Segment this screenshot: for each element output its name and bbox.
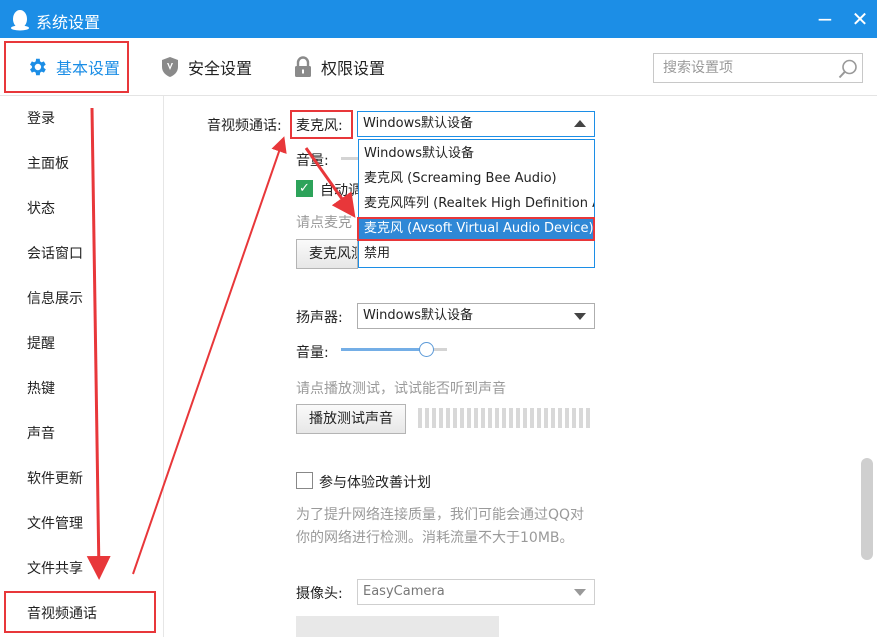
sidebar-item-login[interactable]: 登录 [27, 108, 55, 128]
meter-bar [516, 408, 520, 428]
mic-option-avsoft[interactable]: 麦克风 (Avsoft Virtual Audio Device) [359, 217, 594, 241]
meter-bar [551, 408, 555, 428]
meter-bar [586, 408, 590, 428]
microphone-dropdown-list: Windows默认设备 麦克风 (Screaming Bee Audio) 麦克… [358, 139, 595, 268]
microphone-label: 麦克风: [296, 118, 343, 134]
speaker-test-hint: 请点播放测试，试试能否听到声音 [296, 381, 506, 397]
meter-bar [418, 408, 422, 428]
meter-bar [488, 408, 492, 428]
improve-program-label: 参与体验改善计划 [319, 475, 431, 491]
chevron-down-icon [574, 313, 586, 320]
search-icon[interactable] [837, 58, 859, 80]
meter-bar [544, 408, 548, 428]
window-title: 系统设置 [36, 13, 101, 32]
speaker-volume-knob[interactable] [419, 342, 434, 357]
sidebar-item-software-update[interactable]: 软件更新 [27, 468, 83, 488]
improve-description-line1: 为了提升网络连接质量，我们可能会通过QQ对 [296, 507, 585, 523]
sidebar-item-chat-window[interactable]: 会话窗口 [27, 243, 83, 263]
sidebar-item-hotkeys[interactable]: 热键 [27, 378, 55, 398]
speaker-volume-slider[interactable] [341, 342, 455, 358]
speaker-select[interactable]: Windows默认设备 [357, 303, 595, 329]
meter-bar [467, 408, 471, 428]
lock-icon [295, 56, 311, 77]
meter-bar [572, 408, 576, 428]
sidebar-item-main-panel[interactable]: 主面板 [27, 153, 69, 173]
meter-bar [537, 408, 541, 428]
gear-icon [30, 58, 46, 76]
auto-adjust-label: 自动调 [320, 183, 362, 199]
sidebar-item-file-sharing[interactable]: 文件共享 [27, 558, 83, 578]
microphone-select[interactable]: Windows默认设备 [357, 111, 595, 137]
meter-bar [579, 408, 583, 428]
minimize-button[interactable]: − [813, 6, 837, 32]
meter-bar [446, 408, 450, 428]
mic-option-screaming-bee[interactable]: 麦克风 (Screaming Bee Audio) [359, 167, 594, 191]
tab-basic-settings-label: 基本设置 [56, 59, 121, 78]
speaker-volume-label: 音量: [296, 345, 329, 361]
meter-bar [530, 408, 534, 428]
penguin-logo-icon [11, 10, 29, 31]
mic-option-realtek[interactable]: 麦克风阵列 (Realtek High Definition A [359, 192, 594, 216]
meter-bar [523, 408, 527, 428]
chevron-up-icon [574, 120, 586, 127]
tab-bar: 基本设置 安全设置 权限设置 [0, 38, 877, 96]
search-input[interactable] [654, 54, 830, 82]
auto-adjust-checkbox[interactable]: ✓ [296, 180, 313, 197]
meter-bar [474, 408, 478, 428]
mic-test-button[interactable]: 麦克风测 [296, 239, 358, 269]
close-button[interactable]: ✕ [848, 6, 872, 32]
speaker-select-value: Windows默认设备 [363, 308, 474, 323]
tab-permission-settings[interactable]: 权限设置 [293, 42, 385, 92]
sidebar-item-sound[interactable]: 声音 [27, 423, 55, 443]
meter-bar [439, 408, 443, 428]
improve-program-checkbox[interactable] [296, 472, 313, 489]
mic-test-hint: 请点麦克 [296, 215, 352, 231]
mic-volume-label: 音量: [296, 153, 329, 169]
scrollbar-thumb[interactable] [861, 458, 873, 560]
mic-option-disabled[interactable]: 禁用 [359, 242, 594, 266]
sidebar-item-reminder[interactable]: 提醒 [27, 333, 55, 353]
camera-preview [296, 616, 499, 637]
meter-bar [502, 408, 506, 428]
meter-bar [432, 408, 436, 428]
meter-bar [460, 408, 464, 428]
mic-option-default[interactable]: Windows默认设备 [359, 142, 594, 166]
sidebar-item-av-call[interactable]: 音视频通话 [27, 603, 97, 623]
sidebar: 登录 主面板 状态 会话窗口 信息展示 提醒 热键 声音 软件更新 文件管理 文… [0, 96, 164, 637]
meter-bar [509, 408, 513, 428]
title-bar: 系统设置 − ✕ [0, 0, 877, 38]
search-box [653, 53, 863, 83]
improve-description-line2: 你的网络进行检测。消耗流量不大于10MB。 [296, 530, 574, 546]
camera-select[interactable]: EasyCamera [357, 579, 595, 605]
meter-bar [425, 408, 429, 428]
sidebar-item-status[interactable]: 状态 [27, 198, 55, 218]
speaker-volume-fill [341, 348, 426, 351]
tab-security-settings-label: 安全设置 [188, 59, 253, 78]
speaker-label: 扬声器: [296, 310, 343, 326]
meter-bar [558, 408, 562, 428]
sidebar-item-info-display[interactable]: 信息展示 [27, 288, 83, 308]
audio-level-meter [418, 408, 590, 428]
microphone-select-value: Windows默认设备 [363, 116, 474, 131]
av-section-label: 音视频通话: [207, 118, 282, 134]
shield-icon [162, 57, 178, 77]
sidebar-item-file-management[interactable]: 文件管理 [27, 513, 83, 533]
camera-select-value: EasyCamera [363, 584, 445, 599]
camera-label: 摄像头: [296, 586, 343, 602]
tab-security-settings[interactable]: 安全设置 [160, 42, 252, 92]
meter-bar [481, 408, 485, 428]
meter-bar [495, 408, 499, 428]
tab-permission-settings-label: 权限设置 [321, 59, 386, 78]
meter-bar [565, 408, 569, 428]
chevron-down-icon [574, 589, 586, 596]
play-test-sound-button[interactable]: 播放测试声音 [296, 404, 406, 434]
tab-basic-settings[interactable]: 基本设置 [26, 42, 120, 92]
meter-bar [453, 408, 457, 428]
